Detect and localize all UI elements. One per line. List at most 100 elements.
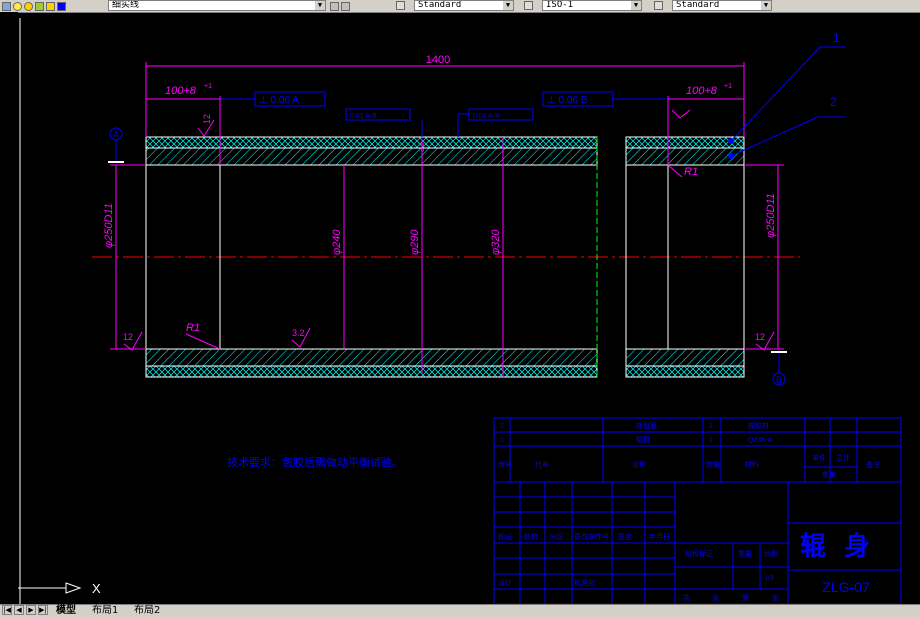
bulb-icon[interactable] <box>13 1 22 11</box>
tb-count: 1/3 <box>764 575 774 582</box>
rubber-layer-bottom-right <box>625 365 745 378</box>
tb-h-unit: 单件 <box>812 453 826 462</box>
tb-part-name: 辊身 <box>800 531 888 561</box>
radius-left: R1 <box>186 322 200 334</box>
title-block <box>493 417 902 604</box>
tb-page-of: 张 <box>772 593 779 602</box>
first-tab-icon[interactable]: |◀ <box>2 605 12 615</box>
rough-5-icon <box>671 109 691 119</box>
chevron-down-icon[interactable]: ▼ <box>631 1 641 10</box>
dim-right-fit: 100+8 <box>686 85 718 97</box>
layer-tools <box>330 0 352 12</box>
dim-left-fit: 100+8 <box>165 85 197 97</box>
shell-wall-top-right <box>625 147 745 166</box>
balloon-1-dot <box>728 138 734 144</box>
tb-stage: 阶段标记 <box>685 549 713 558</box>
tb-date: 年月日 <box>649 532 670 541</box>
tb-weight-label: 重量 <box>738 550 752 558</box>
tb-scale-label: 比例 <box>764 549 778 558</box>
chevron-down-icon[interactable]: ▼ <box>761 1 771 10</box>
dim-style-icon[interactable] <box>524 1 533 10</box>
tb-h-note: 备注 <box>866 460 880 469</box>
tb-row2-qty: 1 <box>709 437 713 444</box>
tb-change: 更改文件号 <box>574 532 609 541</box>
balloon-2: 2 <box>830 95 837 109</box>
color-icon[interactable] <box>46 1 55 11</box>
tb-h-code: 代号 <box>535 460 549 469</box>
shell-wall-top <box>145 147 598 166</box>
gdt-runout-2: 0.01 A-B <box>473 113 500 120</box>
dim-bore-right: φ250D11 <box>765 193 777 238</box>
next-tab-icon[interactable]: ▶ <box>26 605 36 615</box>
tab-layout1[interactable]: 布局1 <box>92 605 118 616</box>
gdt-runout-1: 0.01 A-B <box>350 113 377 120</box>
sun-icon[interactable] <box>24 1 33 11</box>
shell-wall-bottom-right <box>625 348 745 367</box>
tb-row1-qty: 1 <box>709 423 713 430</box>
rough-1: 12 <box>202 114 212 124</box>
shell-wall-bottom <box>145 348 598 367</box>
left-edge <box>0 12 18 616</box>
tb-count-label: 处数 <box>524 532 538 541</box>
layer-manager-icon[interactable] <box>2 1 11 11</box>
tb-h-name: 名称 <box>632 460 646 469</box>
balloon-1: 1 <box>833 31 840 45</box>
chevron-down-icon[interactable]: ▼ <box>503 1 513 10</box>
layer-dropdown[interactable]: 细实线 ▼ <box>108 0 326 11</box>
radius-right-leader <box>667 164 683 178</box>
dim-dia-mid: φ290 <box>409 229 421 255</box>
rough-5: 3.2 <box>419 142 426 152</box>
tb-row2-no: 1 <box>500 437 504 444</box>
tb-page: 第 <box>742 593 749 602</box>
tb-sign: 签名 <box>618 532 632 541</box>
tb-sheet-of: 张 <box>712 593 719 602</box>
table-style-icon[interactable] <box>654 1 663 10</box>
tb-design: 设计 <box>498 578 512 587</box>
tb-h-weight: 重量 <box>822 471 836 479</box>
rough-2: 12 <box>123 332 133 342</box>
drawing-canvas[interactable]: 1400 100+8 +1 100+8 +1 ⊥ 0.06 A ⊥ 0.06 B… <box>18 16 920 604</box>
ucs-x-label: X <box>92 581 101 596</box>
dim-style-dropdown[interactable]: ISO-1 ▼ <box>542 0 642 11</box>
rubber-layer-bottom <box>145 365 598 378</box>
lock-icon[interactable] <box>35 1 44 11</box>
dim-right-fit-tol: +1 <box>724 83 732 90</box>
layer-color-swatch <box>57 1 66 11</box>
layer-states-icon[interactable] <box>341 1 350 11</box>
dim-left-fit-tol: +1 <box>204 83 212 90</box>
rubber-layer-top <box>145 136 598 149</box>
tb-drawing-no: ZLG-07 <box>822 579 870 595</box>
dim-dia-outer: φ320 <box>490 229 502 255</box>
rubber-layer-top-right <box>625 136 745 149</box>
tb-h-total: 总计 <box>836 453 850 462</box>
tech-requirement: 技术要求：包胶后需做动平衡试验。 <box>227 455 403 469</box>
table-style-dropdown[interactable]: Standard ▼ <box>672 0 772 11</box>
chevron-down-icon[interactable]: ▼ <box>315 1 325 10</box>
dim-bore-left: φ250D11 <box>103 203 115 248</box>
radius-right: R1 <box>684 166 698 178</box>
tb-row1-mat: 橡胶材 <box>748 421 769 430</box>
layer-previous-icon[interactable] <box>330 1 339 11</box>
tb-std: 标准化 <box>574 578 595 587</box>
tb-row2-mat: Q235-A <box>748 437 772 444</box>
balloon-2-dot <box>728 153 734 159</box>
text-style-value: Standard <box>418 0 462 10</box>
text-style-dropdown[interactable]: Standard ▼ <box>414 0 514 11</box>
text-style-icon[interactable] <box>396 1 405 10</box>
tb-h-no: 序号 <box>498 460 512 469</box>
datum-a-label: A <box>113 130 119 140</box>
dim-dia-inner: φ240 <box>331 229 343 255</box>
tb-row1-no: 2 <box>500 423 504 430</box>
gdt-perp-right: ⊥ 0.06 B <box>547 95 588 106</box>
tab-layout2[interactable]: 布局2 <box>134 605 160 616</box>
table-style-value: Standard <box>676 0 720 10</box>
prev-tab-icon[interactable]: ◀ <box>14 605 24 615</box>
last-tab-icon[interactable]: ▶| <box>38 605 48 615</box>
toolbar: 细实线 ▼ Standard ▼ ISO-1 ▼ Standard ▼ <box>0 0 920 13</box>
layout-tabs: |◀ ◀ ▶ ▶| 模型 布局1 布局2 <box>0 604 920 617</box>
tb-h-qty: 数量 <box>706 460 720 469</box>
tb-mark: 标记 <box>498 532 512 541</box>
tb-row2-name: 辊筒 <box>636 435 650 444</box>
rough-3: 3.2 <box>292 328 305 338</box>
tab-model[interactable]: 模型 <box>56 605 76 616</box>
